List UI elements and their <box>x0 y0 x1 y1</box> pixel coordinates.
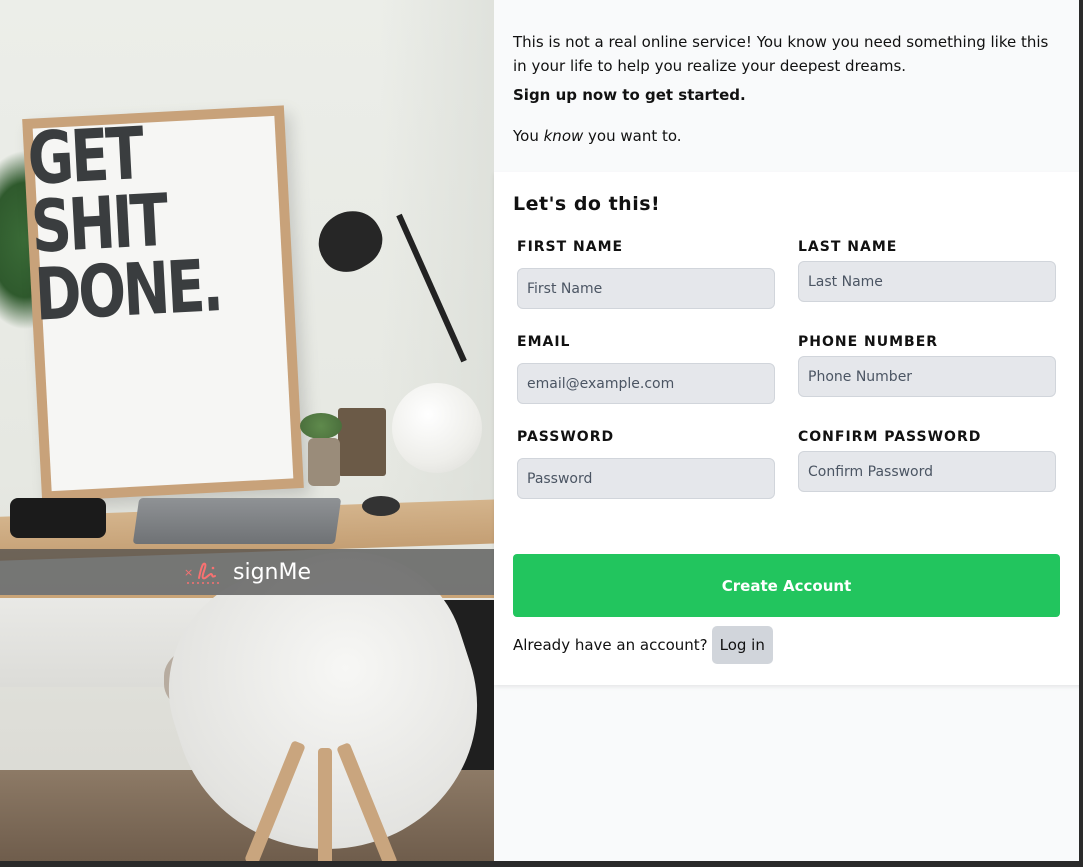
tagline-end: you want to. <box>583 127 682 145</box>
login-button[interactable]: Log in <box>711 626 773 664</box>
first-name-label: FIRST NAME <box>517 239 624 255</box>
poster-line: DONE. <box>32 243 223 337</box>
brand-name: signMe <box>233 559 311 585</box>
hero-image: GET SHIT DONE. × signMe <box>0 0 494 861</box>
phone-input[interactable] <box>798 356 1056 397</box>
chair-leg <box>318 748 332 861</box>
laptop <box>132 498 342 544</box>
login-row: Already have an account? Log in <box>513 626 773 664</box>
tagline-start: You <box>513 127 544 145</box>
confirm-password-label: CONFIRM PASSWORD <box>798 429 982 445</box>
confirm-password-input[interactable] <box>798 451 1056 492</box>
password-input[interactable] <box>517 458 775 499</box>
moon-lamp <box>392 383 482 473</box>
create-account-button[interactable]: Create Account <box>513 554 1060 617</box>
intro-section: This is not a real online service! You k… <box>494 0 1083 172</box>
last-name-label: LAST NAME <box>798 239 898 255</box>
login-prompt: Already have an account? <box>513 636 708 654</box>
tagline-emphasis: know <box>543 127 584 145</box>
succulent-plant <box>300 413 342 439</box>
svg-text:×: × <box>184 566 193 579</box>
window-edge <box>0 861 1083 867</box>
password-label: PASSWORD <box>517 429 615 445</box>
email-label: EMAIL <box>517 334 571 350</box>
computer-mouse <box>362 496 400 516</box>
form-title: Let's do this! <box>513 193 661 215</box>
signup-card: Let's do this! FIRST NAME LAST NAME EMAI… <box>494 172 1083 685</box>
intro-tagline: You know you want to. <box>513 126 1064 146</box>
last-name-input[interactable] <box>798 261 1056 302</box>
first-name-input[interactable] <box>517 268 775 309</box>
intro-cta: Sign up now to get started. <box>513 86 746 104</box>
email-input[interactable] <box>517 363 775 404</box>
bluetooth-speaker <box>10 498 106 538</box>
phone-label: PHONE NUMBER <box>798 334 939 350</box>
poster-text: GET SHIT DONE. <box>26 111 223 337</box>
wooden-box <box>338 408 386 476</box>
brand-bar: × signMe <box>0 549 494 595</box>
intro-text: This is not a real online service! You k… <box>513 33 1049 75</box>
signature-logo-icon: × <box>183 558 223 586</box>
plant-pot <box>308 438 340 486</box>
window-edge <box>1079 0 1083 867</box>
